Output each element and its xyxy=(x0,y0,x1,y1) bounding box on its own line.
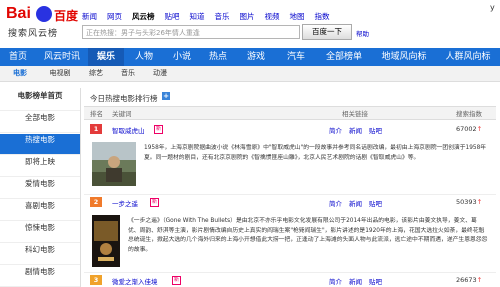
search-index-value: 50393 xyxy=(456,198,477,206)
top-nav: 新闻 网页 风云榜 贴吧 知道 音乐 图片 视频 地图 指数 xyxy=(82,11,330,22)
subnav-item-variety[interactable]: 综艺 xyxy=(80,66,112,81)
tieba-link[interactable]: 贴吧 xyxy=(369,200,382,208)
trend-up-icon: ↑ xyxy=(476,125,483,133)
nav-item-home[interactable]: 首页 xyxy=(0,48,36,66)
nav-item-novel[interactable]: 小说 xyxy=(164,48,200,66)
rank-badge: 3 xyxy=(90,275,102,285)
sidebar-item-drama[interactable]: 剧情电影 xyxy=(0,266,80,287)
main-nav: 首页 风云时讯 娱乐 人物 小说 热点 游戏 汽车 全部榜单 地域风向标 人群风… xyxy=(0,48,500,66)
column-related: 相关链接 xyxy=(342,110,368,118)
movie-poster-image[interactable] xyxy=(92,215,120,267)
movie-poster-image[interactable] xyxy=(92,142,136,186)
column-keyword: 关键词 xyxy=(112,110,132,118)
related-links: 简介 新闻 贴吧 xyxy=(329,125,389,135)
topnav-item-fengyunbang[interactable]: 风云榜 xyxy=(132,11,155,22)
sidebar: 电影榜单首页 全部电影 热搜电影 即将上映 爱情电影 喜剧电影 惊悚电影 科幻电… xyxy=(0,88,81,287)
sidebar-heading[interactable]: 电影榜单首页 xyxy=(0,90,80,111)
topnav-item-map[interactable]: 地图 xyxy=(290,11,305,22)
trend-up-icon: ↑ xyxy=(476,276,483,284)
tieba-link[interactable]: 贴吧 xyxy=(369,127,382,135)
sidebar-item-scifi[interactable]: 科幻电影 xyxy=(0,244,80,265)
search-button[interactable]: 百度一下 xyxy=(302,24,352,40)
subnav-item-tv[interactable]: 电视剧 xyxy=(40,66,80,81)
nav-item-crowd[interactable]: 人群风向标 xyxy=(436,48,500,66)
plus-icon[interactable]: + xyxy=(162,92,170,100)
topnav-item-zhidao[interactable]: 知道 xyxy=(190,11,205,22)
subnav-item-music[interactable]: 音乐 xyxy=(112,66,144,81)
search-index-value: 67002 xyxy=(456,125,477,133)
movie-title-link[interactable]: 微爱之渐入佳境 xyxy=(112,276,158,286)
search-input[interactable]: 正在热搜：男子与头彩26年情人重逢 xyxy=(82,25,300,39)
tieba-link[interactable]: 贴吧 xyxy=(369,278,382,286)
movie-description: 《一步之遥》（Gone With The Bullets）是由北京不亦乐乎电影文… xyxy=(128,218,488,253)
news-link[interactable]: 新闻 xyxy=(349,127,362,135)
news-link[interactable]: 新闻 xyxy=(349,278,362,286)
topnav-item-music[interactable]: 音乐 xyxy=(215,11,230,22)
nav-item-all-lists[interactable]: 全部榜单 xyxy=(316,48,372,66)
trend-up-icon: ↑ xyxy=(476,198,483,206)
column-rank: 排名 xyxy=(90,110,103,118)
baidu-logo[interactable]: Bai 百度 搜索风云榜 xyxy=(6,5,78,43)
subnav-item-anime[interactable]: 动漫 xyxy=(144,66,176,81)
new-badge: 新 xyxy=(154,125,163,134)
nav-item-entertainment[interactable]: 娱乐 xyxy=(88,48,124,66)
rank-badge: 2 xyxy=(90,197,102,207)
table-row: 2 一步之遥 新 简介 新闻 贴吧 50393↑ 《一步之遥》（Gone With … xyxy=(84,194,496,273)
movie-description: 1958年，上海京剧院据曲波小说《林海雪原》中"智取威虎山"的一段故事并参考同名… xyxy=(144,145,487,161)
movie-title-link[interactable]: 一步之遥 xyxy=(112,198,138,208)
new-badge: 新 xyxy=(172,276,181,285)
subnav-item-movie[interactable]: 电影 xyxy=(0,66,40,81)
intro-link[interactable]: 简介 xyxy=(329,127,342,135)
column-index: 搜索指数 xyxy=(456,110,482,118)
topnav-item-tieba[interactable]: 贴吧 xyxy=(165,11,180,22)
sidebar-item-thriller[interactable]: 惊悚电影 xyxy=(0,222,80,243)
logo-du-text: 百度 xyxy=(54,9,79,23)
search-index: 26673↑ xyxy=(456,276,482,284)
table-row: 3 微爱之渐入佳境 新 简介 新闻 贴吧 26673↑ xyxy=(84,272,496,287)
topnav-item-web[interactable]: 网页 xyxy=(107,11,122,22)
topnav-item-index[interactable]: 指数 xyxy=(315,11,330,22)
topnav-item-video[interactable]: 视频 xyxy=(265,11,280,22)
nav-item-news[interactable]: 风云时讯 xyxy=(36,48,88,66)
logo-subtitle: 搜索风云榜 xyxy=(8,29,59,39)
nav-item-hot[interactable]: 热点 xyxy=(200,48,236,66)
sidebar-item-comedy[interactable]: 喜剧电影 xyxy=(0,200,80,221)
topnav-item-images[interactable]: 图片 xyxy=(240,11,255,22)
paw-icon xyxy=(36,6,52,22)
movie-title-link[interactable]: 智取威虎山 xyxy=(112,125,145,135)
sidebar-item-all[interactable]: 全部电影 xyxy=(0,112,80,133)
corner-text: y xyxy=(490,3,495,12)
intro-link[interactable]: 简介 xyxy=(329,200,342,208)
topnav-item-news[interactable]: 新闻 xyxy=(82,11,97,22)
search-index-value: 26673 xyxy=(456,276,477,284)
rank-badge: 1 xyxy=(90,124,102,134)
help-link[interactable]: 帮助 xyxy=(356,28,369,38)
nav-item-cars[interactable]: 汽车 xyxy=(276,48,316,66)
sidebar-item-hot[interactable]: 热搜电影 xyxy=(0,134,80,155)
logo-text: Bai xyxy=(6,5,31,22)
nav-item-region[interactable]: 地域风向标 xyxy=(372,48,436,66)
search-index: 67002↑ xyxy=(456,125,482,133)
nav-item-people[interactable]: 人物 xyxy=(124,48,164,66)
table-header: 排名 关键词 相关链接 搜索指数 xyxy=(84,106,496,120)
sidebar-item-romance[interactable]: 爱情电影 xyxy=(0,178,80,199)
nav-item-games[interactable]: 游戏 xyxy=(236,48,276,66)
intro-link[interactable]: 简介 xyxy=(329,278,342,286)
sub-nav: 电影 电视剧 综艺 音乐 动漫 xyxy=(0,66,500,82)
sidebar-item-upcoming[interactable]: 即将上映 xyxy=(0,156,80,177)
search-index: 50393↑ xyxy=(456,198,482,206)
news-link[interactable]: 新闻 xyxy=(349,200,362,208)
panel-title: 今日热搜电影排行榜 xyxy=(90,94,158,103)
new-badge: 新 xyxy=(150,198,159,207)
related-links: 简介 新闻 贴吧 xyxy=(329,276,389,286)
related-links: 简介 新闻 贴吧 xyxy=(329,198,389,208)
